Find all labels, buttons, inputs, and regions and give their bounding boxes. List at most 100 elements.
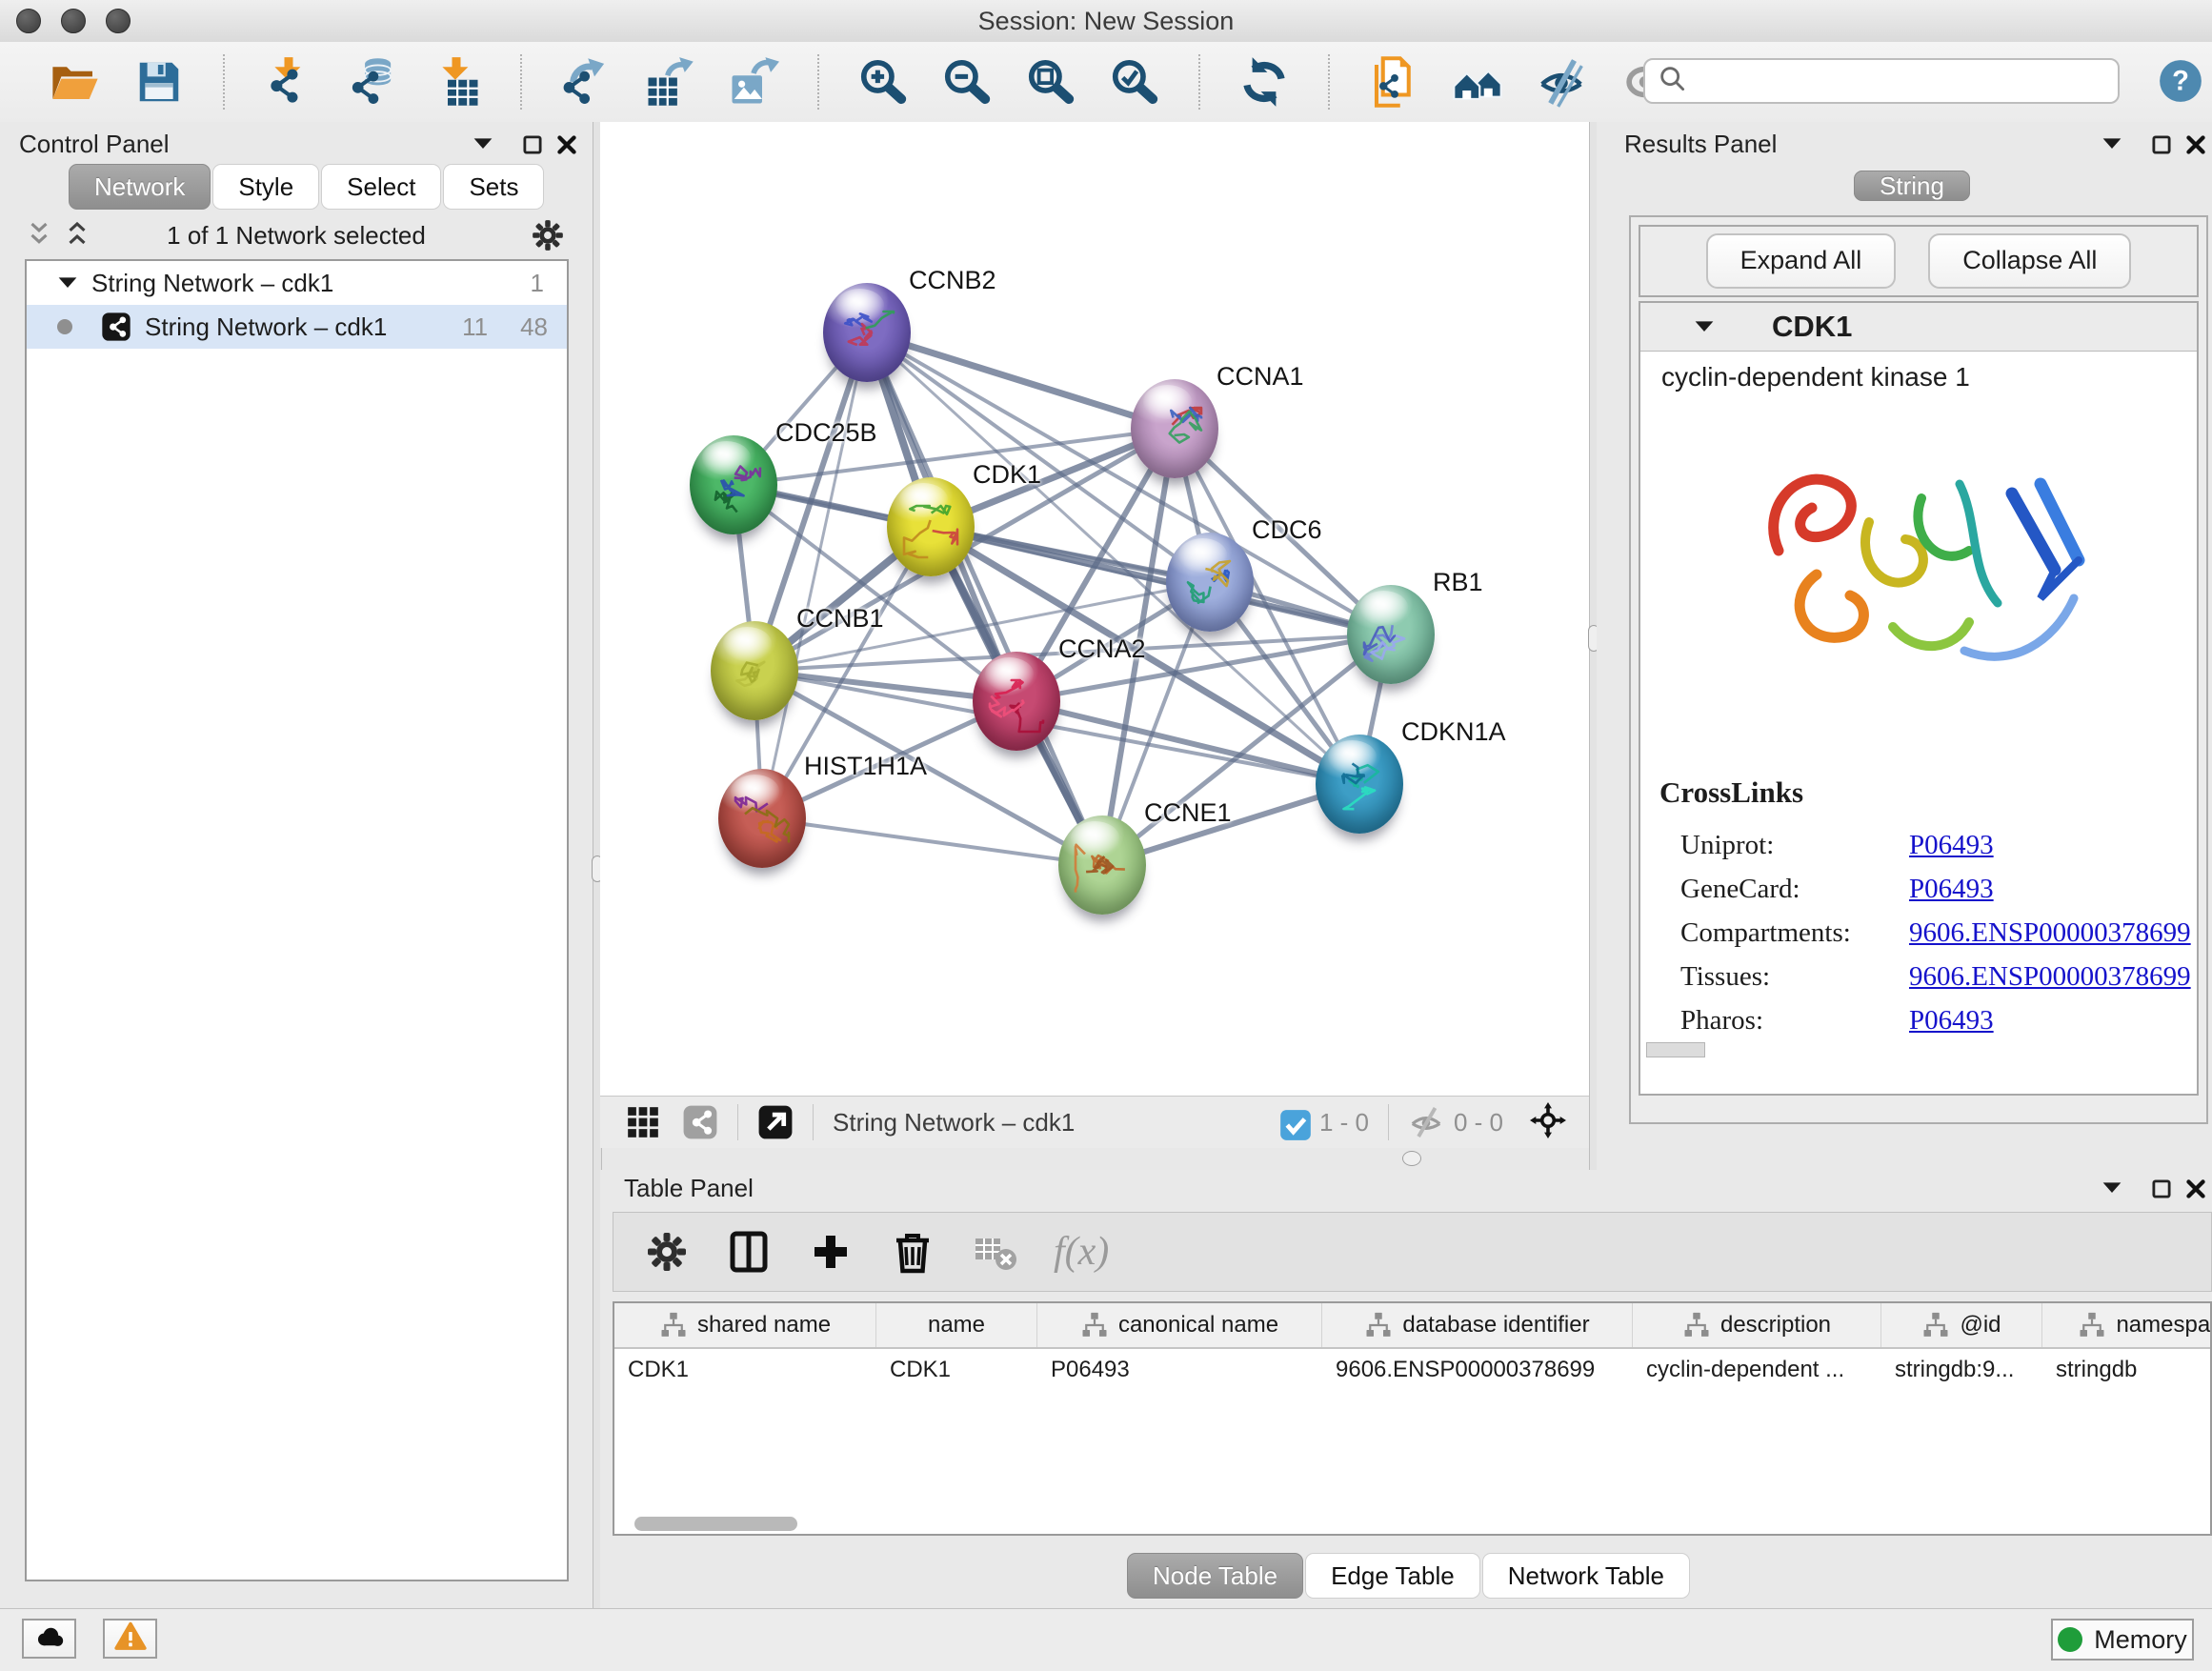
search-field[interactable] [1643,58,2120,104]
close-panel-icon[interactable] [2182,131,2210,159]
column-header-shared-name[interactable]: shared name [614,1303,876,1347]
network-canvas[interactable]: CCNB2CCNA1CDC25BCDK1CDC6RB1CCNB1CCNA2CDK… [600,122,1589,1096]
save-session-icon[interactable] [133,56,185,108]
help-button[interactable]: ? [2157,57,2204,105]
close-panel-icon[interactable] [553,131,581,159]
gene-name: CDK1 [1772,310,1852,344]
horizontal-splitter-handle[interactable] [1402,1151,1421,1166]
gene-section-header[interactable]: CDK1 [1640,303,2197,352]
zoom-in-icon[interactable] [857,56,909,108]
column-header-description[interactable]: description [1633,1303,1881,1347]
network-node-CCNB2[interactable] [823,283,911,382]
export-network-icon[interactable] [560,56,612,108]
application-window: Session: New Session ? Control Panel Net… [0,0,2212,1671]
table-cell: cyclin-dependent ... [1633,1349,1881,1391]
table-row[interactable]: CDK1CDK1P064939606.ENSP00000378699cyclin… [614,1349,2210,1391]
expand-all-button[interactable]: Expand All [1706,233,1897,289]
memory-button[interactable]: Memory [2051,1619,2194,1661]
restore-panel-icon[interactable] [2147,131,2176,159]
crosslink-link[interactable]: 9606.ENSP00000378699 [1909,917,2191,949]
network-node-CCNA1[interactable] [1131,379,1218,478]
network-node-CDC6[interactable] [1166,533,1254,632]
tab-string[interactable]: String [1854,171,1970,201]
refresh-icon[interactable] [1238,56,1290,108]
zoom-selected-icon[interactable] [1109,56,1160,108]
node-label-CCNA2: CCNA2 [1058,634,1146,664]
string-results-box: Expand All Collapse All CDK1 cyclin-depe… [1629,215,2208,1124]
share-document-icon[interactable] [1368,56,1419,108]
tab-sets[interactable]: Sets [443,164,544,210]
zoom-out-icon[interactable] [941,56,993,108]
node-label-CDKN1A: CDKN1A [1401,717,1506,747]
show-grid-icon[interactable] [625,1104,661,1140]
crosslink-link[interactable]: P06493 [1909,830,1994,861]
network-node-CCNE1[interactable] [1058,815,1146,915]
float-panel-icon[interactable] [469,130,497,158]
restore-panel-icon[interactable] [2147,1175,2176,1203]
add-column-icon[interactable] [808,1229,854,1275]
crosslink-link[interactable]: P06493 [1909,874,1994,905]
column-header--id[interactable]: @id [1881,1303,2042,1347]
tab-select[interactable]: Select [321,164,441,210]
network-tree-row[interactable]: String Network – cdk1 11 48 [27,305,567,349]
float-panel-icon[interactable] [2098,130,2126,158]
collapse-all-button[interactable]: Collapse All [1928,233,2131,289]
horizontal-scrollbar[interactable] [1646,1042,1705,1057]
crosslink-label: GeneCard: [1659,874,1909,905]
search-input[interactable] [1689,61,2118,101]
current-network-name: String Network – cdk1 [833,1108,1075,1137]
network-node-CDC25B[interactable] [690,435,777,534]
network-node-RB1[interactable] [1347,585,1435,684]
column-header-name[interactable]: name [876,1303,1037,1347]
tab-node-table[interactable]: Node Table [1127,1553,1303,1599]
delete-table-icon [972,1229,1017,1275]
table-settings-gear-icon[interactable] [644,1229,690,1275]
delete-column-icon[interactable] [890,1229,935,1275]
export-table-icon[interactable] [644,56,695,108]
crosslink-link[interactable]: P06493 [1909,1005,1994,1037]
network-badge-gray-icon[interactable] [682,1104,718,1140]
import-network-icon[interactable] [263,56,314,108]
network-options-gear-icon[interactable] [530,217,566,253]
import-database-icon[interactable] [347,56,398,108]
column-header-database-identifier[interactable]: database identifier [1322,1303,1633,1347]
network-node-CCNB1[interactable] [711,621,798,720]
import-table-icon[interactable] [431,56,482,108]
hidden-eye-slash-icon[interactable] [1408,1104,1444,1140]
open-in-new-window-icon[interactable] [757,1104,794,1140]
close-panel-icon[interactable] [2182,1175,2210,1203]
column-header-namespace[interactable]: namespace [2042,1303,2212,1347]
restore-panel-icon[interactable] [518,131,547,159]
cloud-status-button[interactable] [22,1619,76,1659]
export-image-icon[interactable] [728,56,779,108]
network-tree-row[interactable]: String Network – cdk1 1 [27,261,567,305]
zoom-fit-icon[interactable] [1025,56,1076,108]
show-columns-icon[interactable] [726,1229,772,1275]
network-node-CCNA2[interactable] [973,652,1060,751]
open-file-icon[interactable] [50,56,101,108]
node-label-CDC25B: CDC25B [775,418,877,448]
network-node-HIST1H1A[interactable] [718,769,806,868]
network-node-CDK1[interactable] [887,477,975,576]
expand-collapse-row: Expand All Collapse All [1639,225,2199,297]
tab-network[interactable]: Network [69,164,211,210]
table-horizontal-scrollbar[interactable] [634,1517,797,1531]
hide-selected-icon[interactable] [1536,56,1587,108]
network-label: String Network – cdk1 [145,312,387,342]
tab-style[interactable]: Style [212,164,319,210]
expander-icon[interactable] [53,269,82,297]
toolbar-separator [520,54,522,110]
column-header-canonical-name[interactable]: canonical name [1037,1303,1322,1347]
selected-checkbox-icon[interactable] [1277,1107,1308,1137]
crosslink-link[interactable]: 9606.ENSP00000378699 [1909,961,2191,993]
tab-network-table[interactable]: Network Table [1482,1553,1690,1599]
first-neighbors-icon[interactable] [1452,56,1503,108]
collapse-section-icon[interactable] [1690,312,1719,341]
warnings-button[interactable] [103,1619,157,1659]
tab-edge-table[interactable]: Edge Table [1305,1553,1480,1599]
float-panel-icon[interactable] [2098,1174,2126,1202]
node-label-CCNB1: CCNB1 [796,604,884,634]
crosslink-row: GeneCard: P06493 [1659,867,2191,911]
network-node-CDKN1A[interactable] [1316,735,1403,834]
birdseye-navigator-icon[interactable] [1530,1102,1570,1142]
